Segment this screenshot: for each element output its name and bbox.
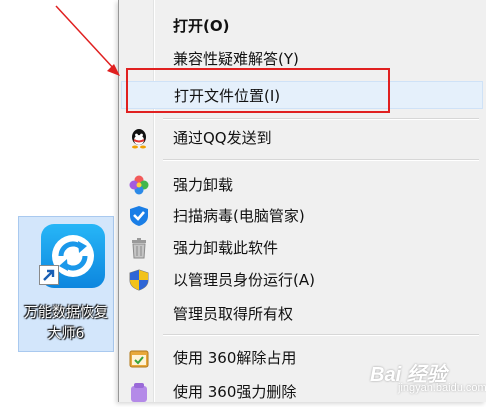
annotation-highlight-box: [126, 68, 390, 113]
menu-item-label: 通过QQ发送到: [173, 129, 272, 147]
360-delete-icon: [128, 381, 150, 403]
baidu-watermark: Bai 经验 jingyan.baidu.com: [342, 358, 486, 398]
menu-item-take-ownership[interactable]: 管理员取得所有权: [121, 300, 483, 328]
menu-item-label: 强力卸载: [173, 176, 234, 194]
menu-item-label: 以管理员身份运行(A): [173, 271, 315, 289]
menu-item-label: 强力卸载此软件: [173, 239, 279, 257]
menu-item-label: 扫描病毒(电脑管家): [173, 207, 305, 225]
watermark-url: jingyan.baidu.com: [398, 382, 486, 394]
menu-item-force-uninstall-software[interactable]: 强力卸载此软件: [121, 234, 483, 262]
menu-item-label: 打开(O): [173, 17, 230, 35]
menu-item-force-uninstall[interactable]: 强力卸载: [121, 171, 483, 199]
shortcut-label: 万能数据恢复 大师6: [24, 305, 108, 342]
menu-item-label: 使用 360强力删除: [173, 383, 297, 401]
menu-separator: [163, 334, 479, 336]
colorful-petal-icon: [128, 174, 150, 196]
context-menu: 打开(O) 兼容性疑难解答(Y) 打开文件位置(I) 通过QQ发送到 强力卸载 …: [118, 0, 486, 402]
menu-item-scan-virus[interactable]: 扫描病毒(电脑管家): [121, 202, 483, 230]
trash-can-icon: [128, 237, 150, 259]
menu-item-open[interactable]: 打开(O): [121, 12, 483, 40]
shield-check-icon: [128, 205, 150, 227]
menu-separator: [163, 118, 479, 120]
uac-shield-icon: [128, 269, 150, 291]
shortcut-arrow-icon: [39, 265, 59, 285]
360-unlock-icon: [128, 347, 150, 369]
menu-item-run-as-admin[interactable]: 以管理员身份运行(A): [121, 266, 483, 294]
menu-item-label: 管理员取得所有权: [173, 305, 294, 323]
menu-separator: [163, 159, 479, 161]
menu-item-send-via-qq[interactable]: 通过QQ发送到: [121, 124, 483, 152]
menu-item-label: 使用 360解除占用: [173, 349, 297, 367]
qq-penguin-icon: [128, 127, 150, 149]
desktop-shortcut[interactable]: 万能数据恢复 大师6: [18, 216, 114, 352]
desktop: 万能数据恢复 大师6 打开(O) 兼容性疑难解答(Y) 打开文件位置(I) 通过…: [0, 0, 486, 402]
menu-item-label: 兼容性疑难解答(Y): [173, 50, 299, 68]
